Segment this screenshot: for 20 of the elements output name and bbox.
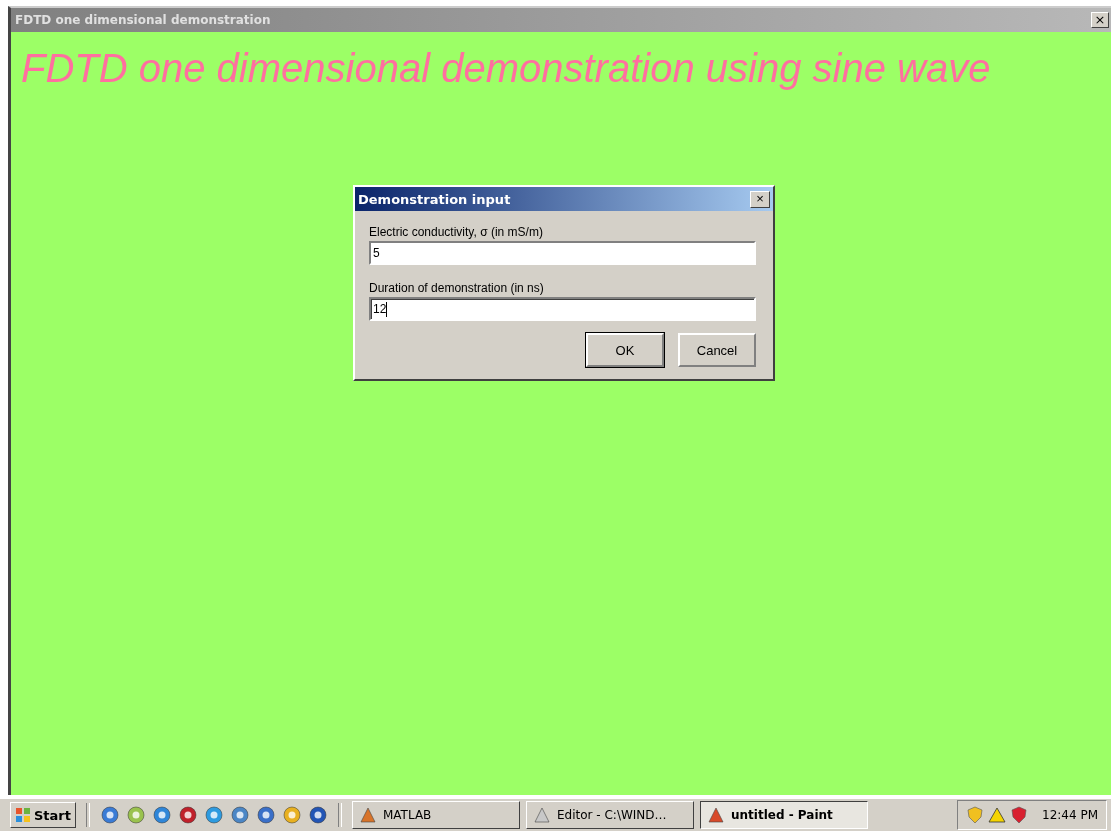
ok-button[interactable]: OK	[586, 333, 664, 367]
shield-icon[interactable]	[1010, 806, 1028, 824]
input-field[interactable]: 12	[369, 297, 756, 321]
cancel-button[interactable]: Cancel	[678, 333, 756, 367]
window-title: FDTD one dimensional demonstration	[15, 13, 271, 27]
field-label: Duration of demonstration (in ns)	[369, 281, 545, 295]
heading: FDTD one dimensional demonstration using sine wave	[20, 45, 992, 91]
taskbar-button[interactable]: Editor - C:\WIND…	[526, 801, 694, 829]
windows-flag-icon	[15, 807, 31, 823]
close-button[interactable]: ×	[1091, 12, 1109, 28]
field-label: Electric conductivity, σ (in mS/m)	[369, 225, 544, 239]
dialog-title: Demonstration input	[358, 191, 511, 207]
input-field[interactable]: 5	[369, 241, 756, 265]
taskbar-button[interactable]: MATLAB	[352, 801, 520, 829]
clock: 12:44 PM	[1042, 808, 1098, 822]
warning-icon[interactable]	[988, 806, 1006, 824]
shield-icon[interactable]	[966, 806, 984, 824]
taskbar-button[interactable]: untitled - Paint	[700, 801, 868, 829]
start-button[interactable]: Start	[10, 802, 76, 828]
close-button[interactable]: ×	[750, 190, 770, 208]
